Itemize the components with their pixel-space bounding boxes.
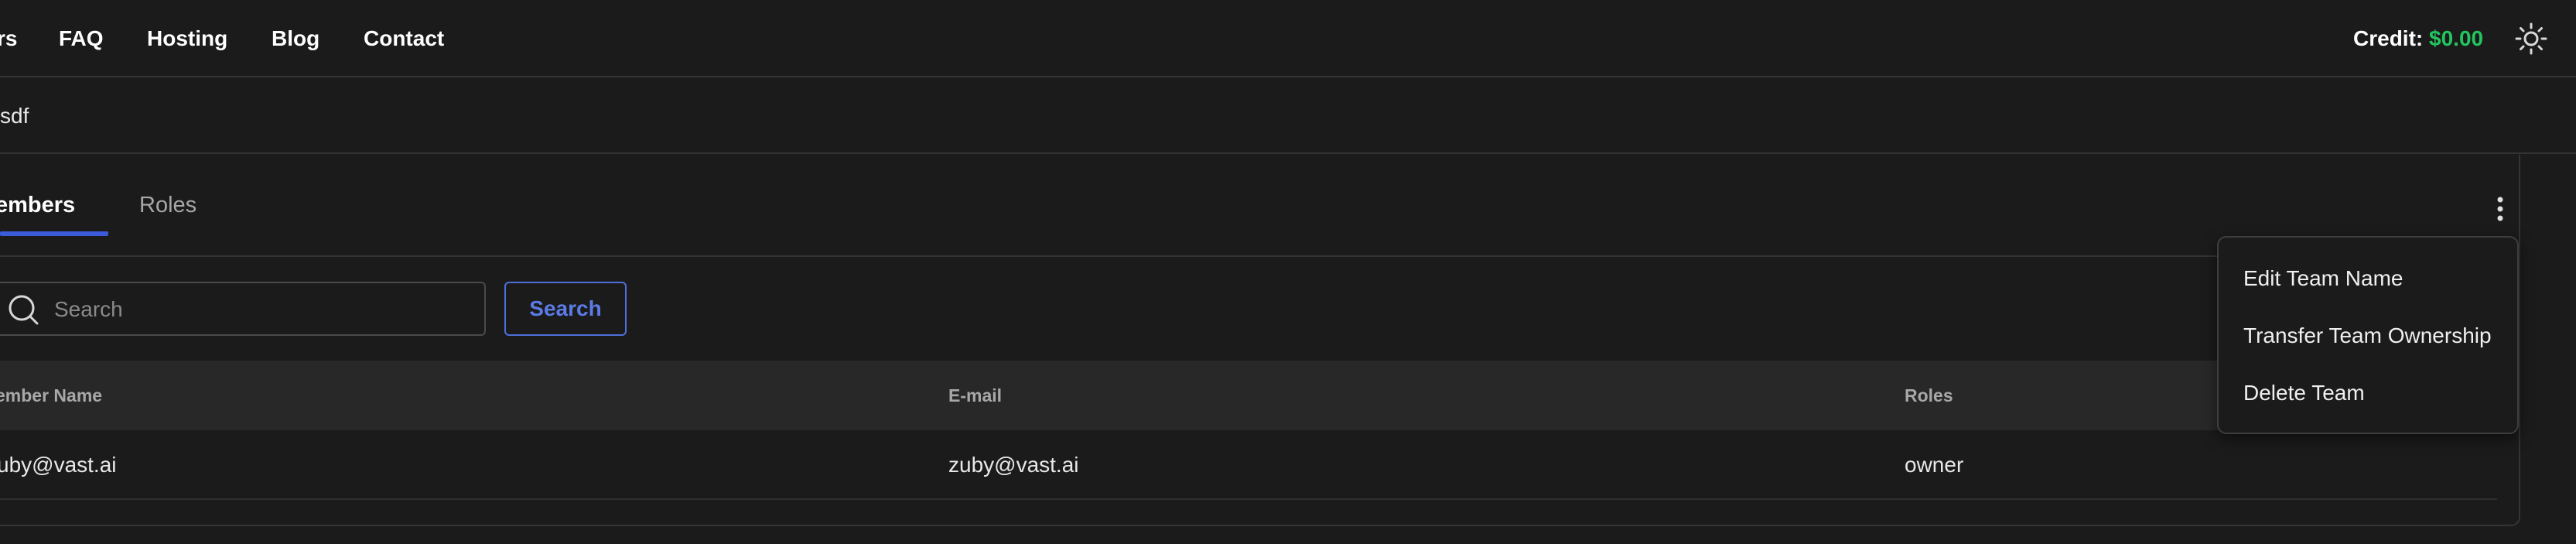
credit-amount: $0.00	[2429, 26, 2484, 50]
menu-item-edit-team-name[interactable]: Edit Team Name	[2243, 265, 2403, 292]
tab-members[interactable]: embers	[0, 192, 75, 218]
search-input[interactable]	[53, 293, 473, 327]
search-button[interactable]: Search	[504, 282, 627, 336]
nav-link-faq[interactable]: FAQ	[59, 25, 104, 53]
tabs-bar: embers Roles	[0, 155, 2520, 257]
nav-link-hosting[interactable]: Hosting	[147, 25, 227, 53]
column-header-member-name[interactable]: ember Name	[0, 385, 102, 406]
sun-icon[interactable]	[2514, 22, 2548, 56]
table-header: ember Name E-mail Roles	[0, 361, 2497, 430]
active-tab-indicator	[0, 231, 108, 236]
nav-link-partial[interactable]: rs	[0, 25, 17, 53]
tab-roles[interactable]: Roles	[139, 192, 196, 218]
top-navigation-bar: rs FAQ Hosting Blog Contact Credit: $0.0…	[0, 0, 2576, 77]
member-email-cell: zuby@vast.ai	[948, 453, 1079, 477]
table-row[interactable]: uby@vast.ai zuby@vast.ai owner	[0, 430, 2497, 500]
column-header-roles[interactable]: Roles	[1905, 385, 1953, 406]
member-name-cell: uby@vast.ai	[0, 453, 117, 477]
team-name: sdf	[0, 104, 29, 128]
more-vertical-icon[interactable]	[2486, 193, 2514, 224]
nav-link-blog[interactable]: Blog	[272, 25, 319, 53]
nav-link-contact[interactable]: Contact	[364, 25, 444, 53]
team-actions-menu: Edit Team Name Transfer Team Ownership D…	[2217, 236, 2519, 434]
member-role-cell: owner	[1905, 453, 1964, 477]
team-header: sdf	[0, 77, 2576, 154]
credit-display: Credit: $0.00	[2353, 25, 2483, 53]
menu-item-delete-team[interactable]: Delete Team	[2243, 380, 2365, 406]
column-header-email[interactable]: E-mail	[948, 385, 1002, 406]
credit-label: Credit:	[2353, 26, 2424, 50]
search-icon	[3, 291, 40, 328]
menu-item-transfer-ownership[interactable]: Transfer Team Ownership	[2243, 323, 2492, 349]
team-members-page: rs FAQ Hosting Blog Contact Credit: $0.0…	[0, 0, 2576, 544]
